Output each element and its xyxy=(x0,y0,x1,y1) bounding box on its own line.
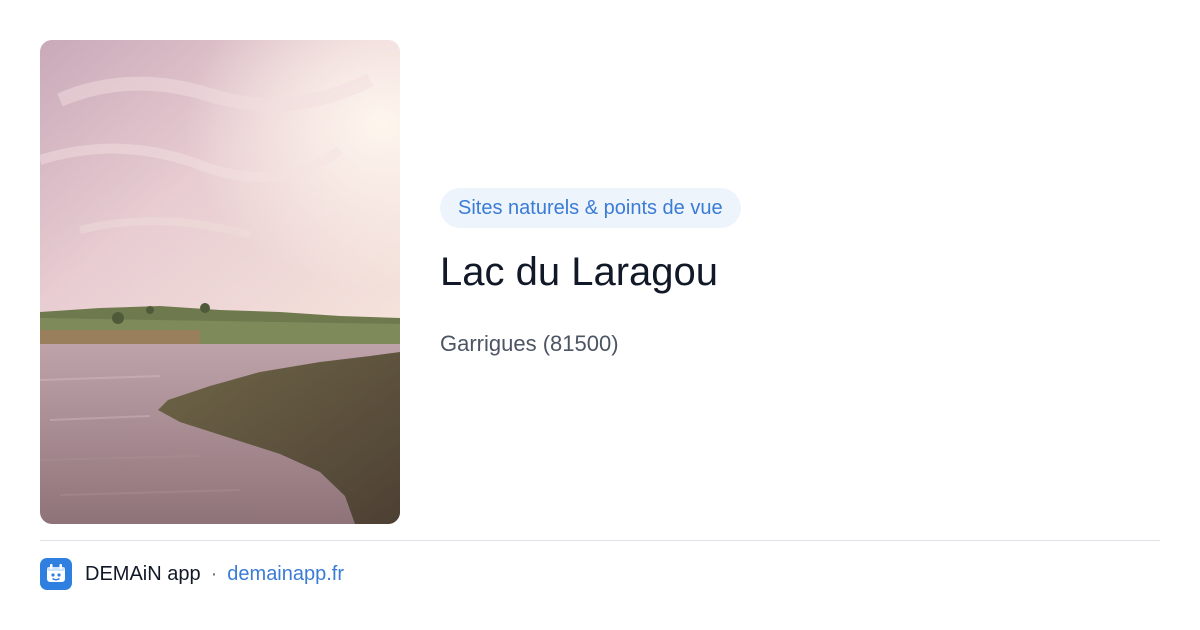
link-preview-card[interactable]: Sites naturels & points de vue Lac du La… xyxy=(0,0,1200,630)
app-name: DEMAiN app xyxy=(85,562,201,585)
footer: DEMAiN app · demainapp.fr xyxy=(40,558,344,590)
footer-separator: · xyxy=(210,562,218,585)
card-content: Sites naturels & points de vue Lac du La… xyxy=(440,188,1160,358)
demain-app-icon xyxy=(40,558,72,590)
place-title[interactable]: Lac du Laragou xyxy=(440,248,1160,296)
footer-divider xyxy=(40,540,1160,541)
domain-link[interactable]: demainapp.fr xyxy=(227,563,344,586)
place-location: Garrigues (81500) xyxy=(440,331,619,356)
lake-photo xyxy=(40,40,400,524)
category-badge: Sites naturels & points de vue xyxy=(440,188,741,228)
